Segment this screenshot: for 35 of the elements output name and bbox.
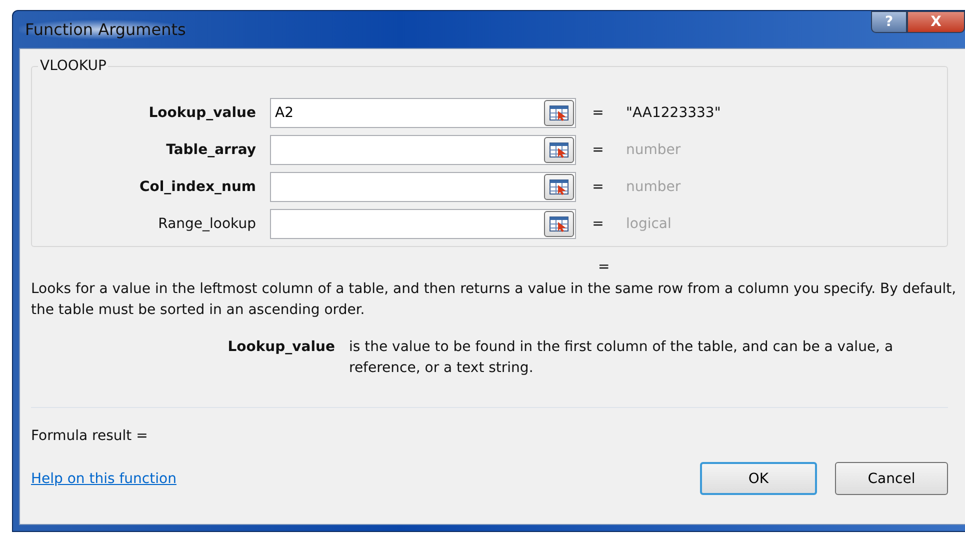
function-name: VLOOKUP [39,58,108,74]
collapse-dialog-button[interactable] [544,100,574,126]
argument-label: Col_index_num [139,178,257,194]
argument-field[interactable] [270,134,576,164]
collapse-dialog-button[interactable] [544,136,574,162]
argument-label: Range_lookup [158,216,257,232]
argument-label: Table_array [166,142,257,158]
argument-result: number [625,142,682,158]
argument-field[interactable]: A2 [270,98,576,128]
formula-result: Formula result = [31,428,149,444]
help-link[interactable]: Help on this function [31,470,176,486]
range-select-icon [549,216,569,232]
argument-field[interactable] [270,208,576,238]
range-select-icon [549,178,569,194]
equals-sign: = [592,178,604,194]
dialog-button[interactable]: OK [700,462,817,495]
range-select-icon [549,104,569,120]
equals-sign: = [598,259,610,275]
argument-result: logical [625,216,672,232]
argument-label: Lookup_value [148,104,257,120]
collapse-dialog-button[interactable] [544,210,574,236]
argument-name: Lookup_value [228,338,336,357]
argument-field[interactable] [270,172,576,202]
close-button[interactable]: X [907,11,965,33]
argument-result: number [625,178,682,194]
window-title: Function Arguments [19,20,186,39]
equals-sign: = [592,216,604,232]
collapse-dialog-button[interactable] [544,174,574,200]
equals-sign: = [592,142,604,158]
argument-description: is the value to be found in the first column of the table, and can be a value, a reference, or a text string. [349,338,894,378]
dialog-button[interactable]: Cancel [835,462,948,495]
function-description: Looks for a value in the leftmost column of a table, and then returns a value in the same row from a column you specify. By default, the table must be sorted in an ascending order. [31,280,958,320]
equals-sign: = [592,104,604,120]
range-select-icon [549,142,569,158]
argument-result: "AA1223333" [625,104,722,120]
